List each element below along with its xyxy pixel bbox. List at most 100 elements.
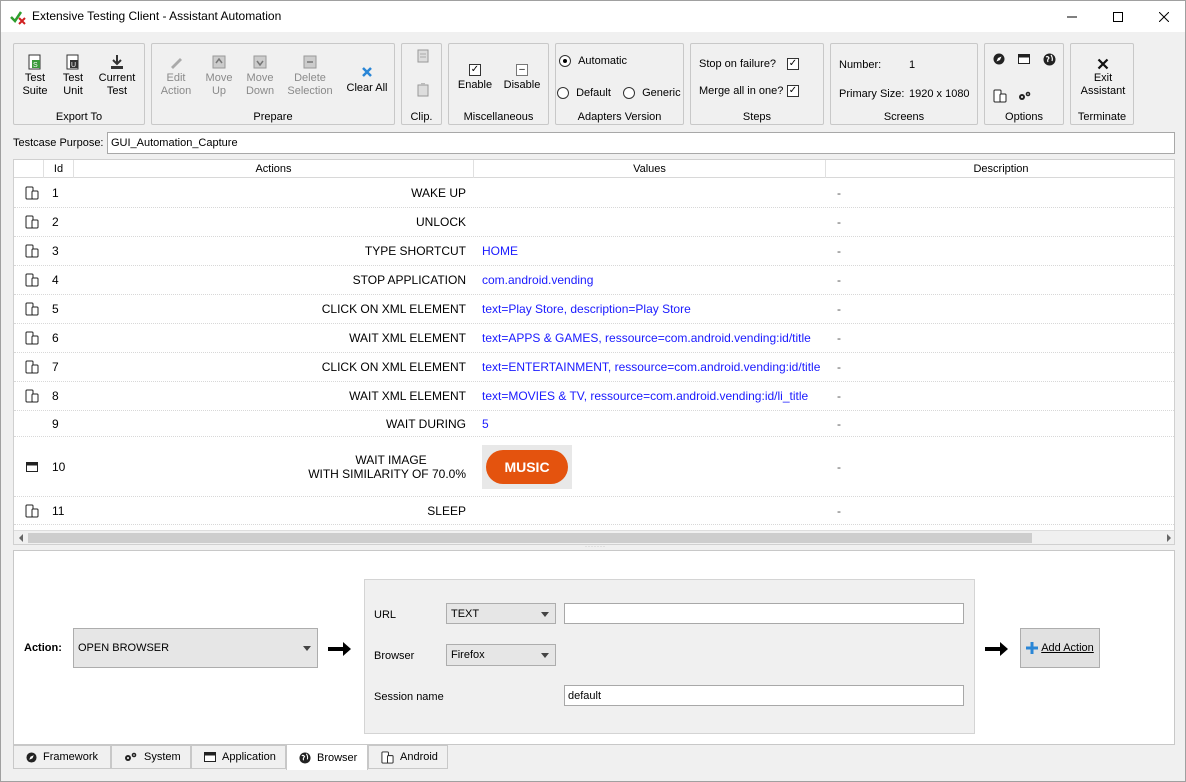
move-up-button[interactable]: Move Up (202, 54, 236, 98)
tab-android[interactable]: Android (368, 745, 448, 769)
svg-text:S: S (33, 62, 38, 69)
action-select-value: OPEN BROWSER (78, 642, 170, 654)
row-description: - (837, 215, 841, 229)
testcase-purpose-input[interactable]: GUI_Automation_Capture (107, 132, 1175, 154)
export-to-label: Export To (55, 111, 103, 123)
row-value (480, 208, 826, 236)
stop-on-failure-checkbox[interactable]: ✓ (787, 58, 799, 70)
clear-all-button[interactable]: Clear All (342, 64, 392, 95)
compass-icon[interactable] (993, 53, 1005, 65)
android-icon[interactable] (993, 89, 1007, 103)
browser-select[interactable]: Firefox (446, 644, 556, 666)
browser-label: Browser (374, 650, 415, 662)
close-button[interactable] (1141, 1, 1186, 32)
row-value (480, 179, 826, 207)
table-row[interactable]: 4 STOP APPLICATION com.android.vending - (14, 266, 1174, 295)
scrollbar-thumb[interactable] (28, 533, 1032, 543)
row-id: 4 (52, 273, 59, 287)
adapters-version-group: Automatic Default Generic Adapters Versi… (555, 43, 684, 125)
enable-checkbox-icon: ✓ (469, 64, 481, 76)
table-row[interactable]: 2 UNLOCK - (14, 208, 1174, 237)
table-row[interactable]: 3 TYPE SHORTCUT HOME - (14, 237, 1174, 266)
android-icon (22, 179, 42, 207)
clear-x-icon (362, 67, 372, 77)
tab-framework[interactable]: Framework (13, 745, 111, 769)
url-input[interactable] (564, 603, 964, 624)
row-action-line: WAIT IMAGE (355, 452, 427, 467)
move-down-button[interactable]: Move Down (242, 54, 278, 98)
svg-text:U: U (71, 62, 76, 69)
merge-all-checkbox[interactable]: ✓ (787, 85, 799, 97)
row-action: CLICK ON XML ELEMENT (321, 302, 466, 316)
paste-button[interactable] (414, 82, 432, 100)
action-select[interactable]: OPEN BROWSER (73, 628, 318, 668)
android-icon (22, 353, 42, 381)
export-to-group: S Test Suite U Test Unit Current Test Ex… (13, 43, 145, 125)
tab-application[interactable]: Application (191, 745, 286, 769)
row-value: com.android.vending (482, 273, 594, 287)
url-type-value: TEXT (451, 607, 480, 620)
tab-system-label: System (144, 751, 181, 763)
column-actions-header[interactable]: Actions (74, 160, 474, 178)
tab-system[interactable]: System (111, 745, 191, 769)
current-test-button[interactable]: Current Test (96, 54, 138, 98)
row-action: STOP APPLICATION (352, 273, 466, 287)
miscellaneous-group: ✓ Enable – Disable Miscellaneous (448, 43, 549, 125)
row-description: - (837, 186, 841, 200)
delete-selection-label: Delete Selection (287, 72, 333, 97)
tab-android-label: Android (400, 751, 438, 763)
plus-icon (1026, 642, 1039, 654)
row-id: 3 (52, 244, 59, 258)
table-row[interactable]: 1 WAKE UP - (14, 179, 1174, 208)
table-row[interactable]: 6 WAIT XML ELEMENT text=APPS & GAMES, ress… (14, 324, 1174, 353)
scroll-right-icon[interactable] (1165, 534, 1173, 542)
primary-size-label: Primary Size: (839, 88, 905, 100)
test-unit-icon: U (66, 54, 79, 70)
row-id: 8 (52, 389, 59, 403)
table-row[interactable]: 10 WAIT IMAGE WITH SIMILARITY OF 70.0% MUSI… (14, 437, 1174, 497)
exit-assistant-button[interactable]: Exit Assistant (1075, 58, 1131, 98)
disable-label: Disable (503, 79, 541, 91)
column-description-header[interactable]: Description (826, 160, 1174, 178)
adapter-generic-radio[interactable]: Generic (623, 87, 681, 100)
add-action-label: Add Action (1041, 642, 1094, 654)
column-id-header[interactable]: Id (44, 160, 74, 178)
scroll-left-icon[interactable] (17, 534, 25, 542)
table-row[interactable]: 9 WAIT DURING 5 - (14, 411, 1174, 437)
delete-selection-button[interactable]: Delete Selection (286, 54, 334, 98)
test-suite-button[interactable]: S Test Suite (20, 54, 50, 98)
download-icon (111, 55, 123, 69)
enable-button[interactable]: ✓ Enable (455, 64, 495, 92)
url-type-select[interactable]: TEXT (446, 603, 556, 624)
adapter-default-radio[interactable]: Default (557, 87, 611, 100)
table-header: Id Actions Values Description (14, 160, 1174, 178)
window-icon[interactable] (1018, 53, 1030, 65)
maximize-button[interactable] (1095, 1, 1141, 32)
radio-unselected-icon (557, 87, 569, 100)
horizontal-scrollbar[interactable] (14, 530, 1174, 544)
radio-unselected-icon (623, 87, 635, 100)
minimize-button[interactable] (1049, 1, 1095, 32)
android-icon (22, 295, 42, 323)
table-row[interactable]: 11 SLEEP - (14, 497, 1174, 525)
edit-action-button[interactable]: Edit Action (158, 54, 194, 98)
arrow-right-icon (985, 642, 1008, 656)
table-row[interactable]: 7 CLICK ON XML ELEMENT text=ENTERTAINMENT,… (14, 353, 1174, 382)
add-action-button[interactable]: Add Action (1020, 628, 1100, 668)
adapter-automatic-radio[interactable]: Automatic (559, 55, 627, 68)
adapters-version-label: Adapters Version (577, 111, 662, 123)
row-id: 10 (52, 459, 66, 474)
disable-button[interactable]: – Disable (501, 64, 543, 92)
session-name-input[interactable]: default (564, 685, 964, 706)
tab-browser[interactable]: Browser (286, 744, 368, 770)
globe-icon[interactable] (1043, 53, 1056, 66)
gears-icon[interactable] (1018, 90, 1032, 102)
test-unit-button[interactable]: U Test Unit (58, 54, 88, 98)
column-values-header[interactable]: Values (474, 160, 826, 178)
row-action: UNLOCK (415, 215, 466, 229)
splitter-handle[interactable]: ······· (585, 544, 605, 550)
music-image-button: MUSIC (486, 449, 568, 484)
copy-button[interactable] (414, 48, 432, 66)
table-row[interactable]: 8 WAIT XML ELEMENT text=MOVIES & TV, resso… (14, 382, 1174, 411)
table-row[interactable]: 5 CLICK ON XML ELEMENT text=Play Store, de… (14, 295, 1174, 324)
